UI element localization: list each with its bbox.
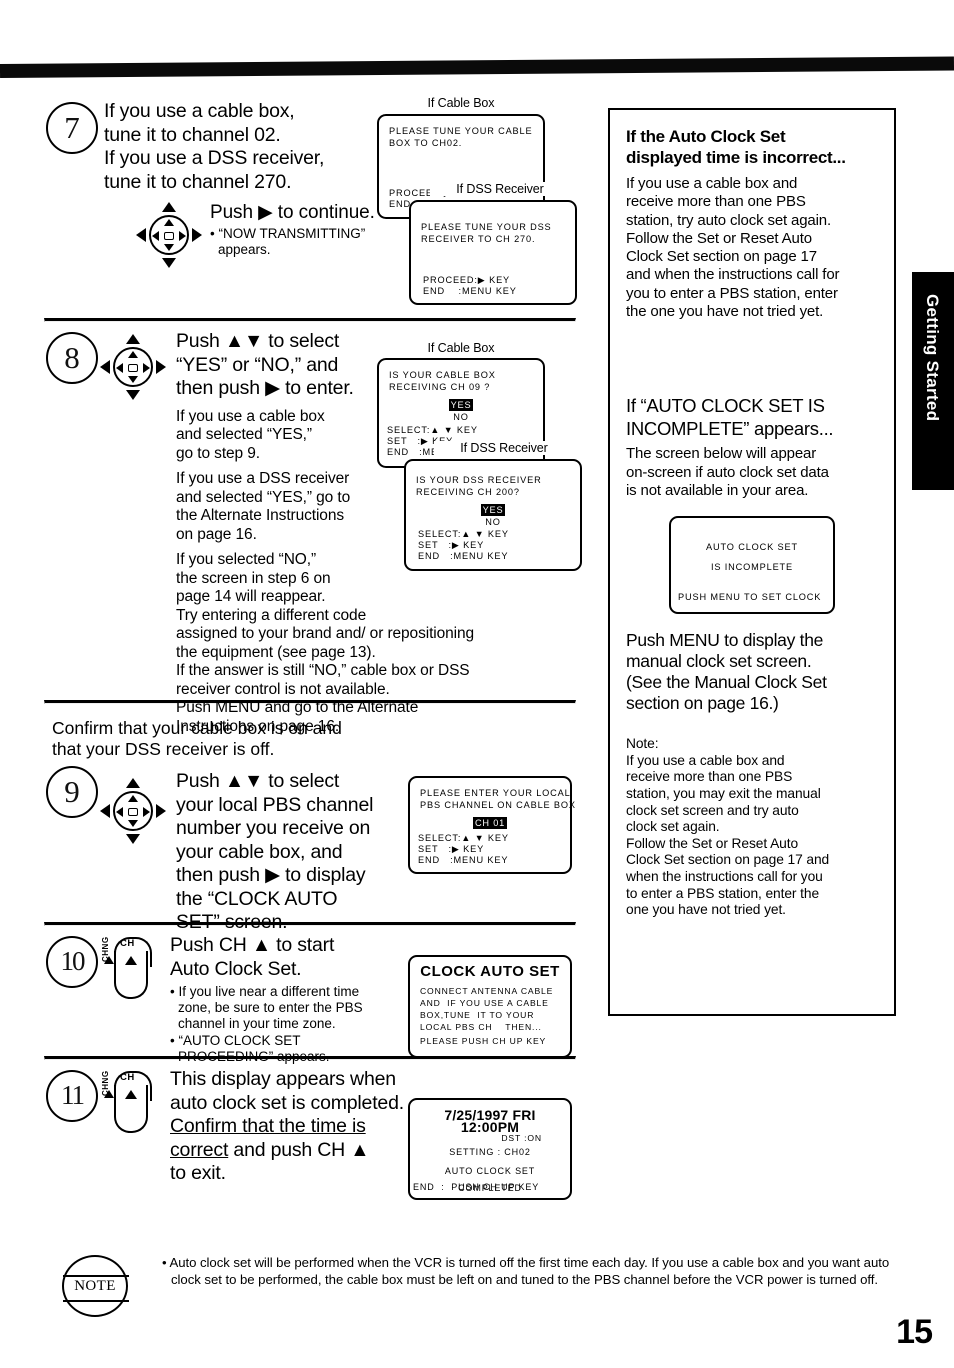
step-9-lead: Push ▲▼ to select your local PBS channel…	[176, 770, 374, 933]
step-7-screens: If Cable Box PLEASE TUNE YOUR CABLE BOX …	[374, 96, 577, 321]
page-number: 15	[896, 1313, 933, 1351]
ch-rocker-icon: CH CHNG	[101, 936, 158, 1000]
step-7-bullets: • “NOW TRANSMITTING” appears.	[210, 225, 366, 257]
note-footer: NOTE • Auto clock set will be performed …	[62, 1255, 892, 1317]
step-10-screen-title: CLOCK AUTO SET	[420, 963, 560, 980]
ch-rocker-sublabel: CHNG	[101, 1070, 110, 1096]
step-7-action: Push ▶ to continue.	[210, 202, 375, 223]
ch-rocker-icon: CH CHNG	[101, 1070, 158, 1134]
step-10-lead: Push CH ▲ to start Auto Clock Set.	[170, 934, 335, 980]
step-9-preamble: Confirm that your cable box is on and th…	[52, 718, 342, 759]
page-top-rule	[0, 56, 954, 78]
step-11-screen-setting: SETTING : CH02	[449, 1147, 531, 1157]
step-8-screen-b-selected: YES	[480, 504, 506, 516]
step-7-screen-b-caption: If DSS Receiver	[430, 182, 570, 196]
step-8-screen-a-caption: If Cable Box	[427, 341, 495, 355]
side-tab-getting-started: Getting Started	[912, 272, 954, 490]
step-8-screen-dss-receiver: IS YOUR DSS RECEIVER RECEIVING CH 200? Y…	[404, 459, 582, 571]
step-11-screen-header: 7/25/1997 FRI 12:00PM	[444, 1107, 536, 1135]
panel-section2-heading: If “AUTO CLOCK SET IS INCOMPLETE” appear…	[626, 395, 834, 439]
step-7-screen-dss-receiver: PLEASE TUNE YOUR DSS RECEIVER TO CH 270.…	[409, 200, 577, 305]
step-10-bullets: • If you live near a different time zone…	[170, 984, 363, 1064]
step-11-screen: 7/25/1997 FRI 12:00PM DST :ON SETTING : …	[408, 1098, 572, 1200]
step-7-number: 7	[46, 102, 98, 154]
step-8-screen-a-other: NO	[453, 412, 469, 422]
right-info-panel: If the Auto Clock Set displayed time is …	[608, 108, 896, 1016]
step-11-number: 11	[46, 1070, 98, 1122]
panel-section1-body: If you use a cable box and receive more …	[626, 175, 840, 321]
panel-section1-heading: If the Auto Clock Set displayed time is …	[626, 127, 846, 167]
step-10-number: 10	[46, 936, 98, 988]
step-9-screen: PLEASE ENTER YOUR LOCAL PBS CHANNEL ON C…	[408, 776, 575, 874]
step-8-screen-a-selected: YES	[448, 399, 474, 411]
panel-section2-after: Push MENU to display the manual clock se…	[626, 630, 827, 714]
step-9-number: 9	[46, 766, 98, 818]
note-badge-label: NOTE	[74, 1278, 116, 1294]
ch-rocker-sublabel: CHNG	[101, 936, 110, 962]
dpad-icon	[100, 778, 166, 844]
step-11-lead: This display appears when auto clock set…	[170, 1068, 404, 1186]
step-11-lead-pre: This display appears when auto clock set…	[170, 1068, 404, 1114]
panel-note-body: If you use a cable box and receive more …	[626, 752, 830, 918]
note-badge-icon: NOTE	[62, 1255, 129, 1317]
step-7-screen-a-caption: If Cable Box	[427, 96, 495, 110]
step-9-screen-highlight: CH 01	[472, 817, 508, 829]
panel-note-label: Note:	[626, 736, 659, 752]
side-tab-label: Getting Started	[923, 294, 942, 422]
step-8-screen-b-other: NO	[485, 517, 501, 527]
step-8-screen-b-caption: If DSS Receiver	[434, 441, 574, 455]
step-8-number: 8	[46, 332, 98, 384]
panel-section2-body: The screen below will appear on-screen i…	[626, 445, 829, 499]
dpad-icon	[136, 202, 202, 268]
step-10-screen: CLOCK AUTO SET CONNECT ANTENNA CABLE AND…	[408, 955, 572, 1058]
dpad-icon	[100, 334, 166, 400]
step-8-screens: If Cable Box IS YOUR CABLE BOX RECEIVING…	[374, 341, 582, 576]
note-footer-text: • Auto clock set will be performed when …	[162, 1255, 890, 1287]
panel-incomplete-screen: AUTO CLOCK SET IS INCOMPLETE PUSH MENU T…	[669, 516, 835, 615]
